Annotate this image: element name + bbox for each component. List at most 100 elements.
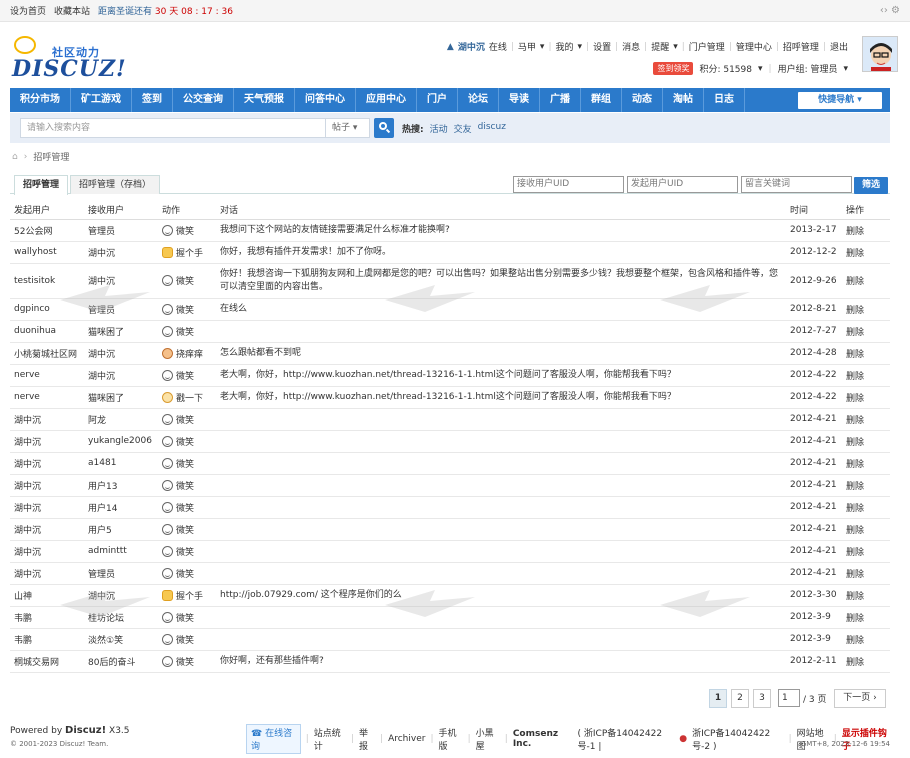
- user-menu-admin-center[interactable]: 管理中心: [736, 40, 772, 53]
- nav-item[interactable]: 群组: [581, 88, 622, 112]
- nav-item[interactable]: 积分市场: [10, 88, 71, 112]
- to-user[interactable]: 湖中沉: [84, 342, 158, 365]
- page-3-button[interactable]: 3: [753, 689, 771, 708]
- nav-item[interactable]: 应用中心: [356, 88, 417, 112]
- nav-item[interactable]: 广播: [540, 88, 581, 112]
- delete-link[interactable]: 删除: [842, 540, 890, 563]
- top-right-icons[interactable]: ‹› ⚙: [880, 5, 900, 16]
- delete-link[interactable]: 删除: [842, 584, 890, 607]
- sitemap-link[interactable]: 网站地图: [797, 726, 829, 752]
- search-button[interactable]: [374, 118, 394, 138]
- user-menu-messages[interactable]: 消息: [622, 40, 640, 53]
- nav-item[interactable]: 公交查询: [173, 88, 234, 112]
- filter-button[interactable]: 筛选: [854, 177, 888, 194]
- from-user[interactable]: 湖中沉: [10, 430, 84, 453]
- to-user[interactable]: 湖中沉: [84, 364, 158, 387]
- from-user[interactable]: 韦鹏: [10, 628, 84, 651]
- nav-item[interactable]: 论坛: [458, 88, 499, 112]
- delete-link[interactable]: 删除: [842, 518, 890, 541]
- nav-item[interactable]: 动态: [622, 88, 663, 112]
- to-user[interactable]: 阿龙: [84, 408, 158, 431]
- from-user[interactable]: wallyhost: [10, 241, 84, 264]
- nav-item[interactable]: 天气预报: [234, 88, 295, 112]
- to-user[interactable]: 管理员: [84, 562, 158, 585]
- username-link[interactable]: 湖中沉: [458, 40, 485, 53]
- tab-greet-archive[interactable]: 招呼管理（存档）: [70, 175, 161, 194]
- delete-link[interactable]: 删除: [842, 496, 890, 519]
- from-user[interactable]: 湖中沉: [10, 540, 84, 563]
- delete-link[interactable]: 删除: [842, 320, 890, 343]
- to-user[interactable]: 桂坊论坛: [84, 606, 158, 629]
- to-user[interactable]: 猫咪困了: [84, 386, 158, 409]
- sign-in-button[interactable]: 签到领奖: [653, 62, 694, 75]
- delete-link[interactable]: 删除: [842, 430, 890, 453]
- plugin-hook-link[interactable]: 显示插件钩子: [842, 726, 890, 752]
- icp-link-2[interactable]: 浙ICP备14042422号-2 ): [692, 726, 783, 752]
- from-user[interactable]: testisitok: [10, 263, 84, 299]
- product-link[interactable]: Discuz!: [65, 725, 106, 736]
- from-user[interactable]: dgpinco: [10, 298, 84, 321]
- points-link[interactable]: 积分: 51598: [699, 62, 752, 75]
- delete-link[interactable]: 删除: [842, 650, 890, 673]
- to-user[interactable]: a1481: [84, 452, 158, 475]
- from-user[interactable]: 韦鹏: [10, 606, 84, 629]
- avatar[interactable]: [862, 36, 898, 72]
- from-user[interactable]: nerve: [10, 364, 84, 387]
- nav-item[interactable]: 导读: [499, 88, 540, 112]
- delete-link[interactable]: 删除: [842, 474, 890, 497]
- next-page-button[interactable]: 下一页 ›: [834, 689, 886, 708]
- delete-link[interactable]: 删除: [842, 364, 890, 387]
- recv-uid-input[interactable]: 接收用户UID: [513, 176, 624, 193]
- nav-item[interactable]: 淘帖: [663, 88, 704, 112]
- nav-item[interactable]: 日志: [704, 88, 745, 112]
- from-user[interactable]: nerve: [10, 386, 84, 409]
- set-home-link[interactable]: 设为首页: [10, 4, 46, 17]
- delete-link[interactable]: 删除: [842, 386, 890, 409]
- footer-link-stats[interactable]: 站点统计: [314, 726, 346, 752]
- from-user[interactable]: 小桃菊城社区网: [10, 342, 84, 365]
- search-input[interactable]: 请输入搜索内容: [20, 118, 326, 138]
- delete-link[interactable]: 删除: [842, 342, 890, 365]
- usergroup-link[interactable]: 用户组: 管理员: [778, 62, 838, 75]
- from-user[interactable]: 湖中沉: [10, 518, 84, 541]
- page-1-button[interactable]: 1: [709, 689, 727, 708]
- delete-link[interactable]: 删除: [842, 452, 890, 475]
- tab-greet-admin[interactable]: 招呼管理: [14, 175, 69, 195]
- search-type-select[interactable]: 帖子 ▾: [326, 118, 370, 138]
- bookmark-link[interactable]: 收藏本站: [54, 4, 90, 17]
- nav-item[interactable]: 门户: [417, 88, 458, 112]
- from-user[interactable]: duonihua: [10, 320, 84, 343]
- hot-search-link[interactable]: discuz: [478, 122, 506, 135]
- to-user[interactable]: 淡然①笑: [84, 628, 158, 651]
- keyword-input[interactable]: 留言关键词: [741, 176, 852, 193]
- delete-link[interactable]: 删除: [842, 263, 890, 299]
- to-user[interactable]: 用户14: [84, 496, 158, 519]
- from-user[interactable]: 湖中沉: [10, 496, 84, 519]
- from-user[interactable]: 湖中沉: [10, 452, 84, 475]
- from-user[interactable]: 52公会网: [10, 219, 84, 242]
- delete-link[interactable]: 删除: [842, 241, 890, 264]
- user-menu-majia[interactable]: 马甲: [518, 40, 536, 53]
- delete-link[interactable]: 删除: [842, 628, 890, 651]
- site-logo[interactable]: 社区动力 DISCUZ!: [12, 32, 126, 82]
- user-menu-settings[interactable]: 设置: [593, 40, 611, 53]
- send-uid-input[interactable]: 发起用户UID: [627, 176, 738, 193]
- to-user[interactable]: 猫咪困了: [84, 320, 158, 343]
- delete-link[interactable]: 删除: [842, 298, 890, 321]
- user-menu-portal-admin[interactable]: 门户管理: [689, 40, 725, 53]
- from-user[interactable]: 湖中沉: [10, 562, 84, 585]
- user-menu-my[interactable]: 我的: [555, 40, 573, 53]
- from-user[interactable]: 湖中沉: [10, 408, 84, 431]
- delete-link[interactable]: 删除: [842, 408, 890, 431]
- nav-item[interactable]: 矿工游戏: [71, 88, 132, 112]
- hot-search-link[interactable]: 活动: [430, 122, 448, 135]
- to-user[interactable]: 湖中沉: [84, 584, 158, 607]
- to-user[interactable]: 湖中沉: [84, 241, 158, 264]
- footer-link-archiver[interactable]: Archiver: [388, 734, 425, 744]
- home-icon[interactable]: ⌂: [12, 152, 18, 162]
- from-user[interactable]: 桐城交易网: [10, 650, 84, 673]
- to-user[interactable]: 80后的奋斗: [84, 650, 158, 673]
- quick-nav-button[interactable]: 快捷导航 ▾: [798, 91, 882, 109]
- footer-link-blacklist[interactable]: 小黑屋: [476, 726, 500, 752]
- nav-item[interactable]: 问答中心: [295, 88, 356, 112]
